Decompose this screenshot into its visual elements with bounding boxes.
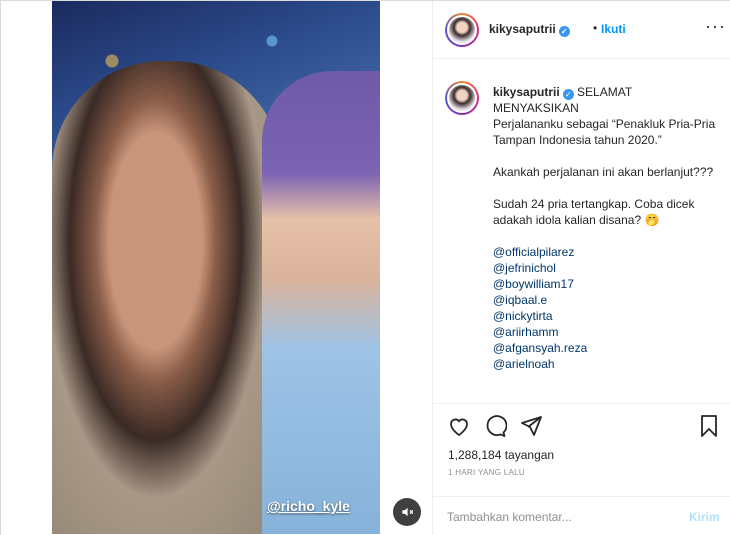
mention-link[interactable]: @boywilliam17	[493, 276, 717, 292]
comment-icon[interactable]	[483, 414, 507, 438]
instagram-post: @richo_kyle kikysaputrii ✓ • Ikuti ··· ki…	[0, 0, 730, 535]
mention-link[interactable]: @jefrinichol	[493, 260, 717, 276]
more-options-icon[interactable]: ···	[705, 16, 726, 37]
caption-avatar[interactable]	[445, 81, 479, 115]
post-media: @richo_kyle	[1, 1, 432, 535]
post-timestamp[interactable]: 1 HARI YANG LALU	[448, 468, 525, 477]
post-actions: 1,288,184 tayangan 1 HARI YANG LALU Kiri…	[433, 403, 730, 535]
video-person-right	[262, 71, 380, 534]
post-header: kikysaputrii ✓ • Ikuti ···	[433, 1, 730, 59]
caption-verified-badge-icon: ✓	[562, 89, 574, 100]
caption-para-2: Akankah perjalanan ini akan berlanjut???	[493, 165, 714, 179]
action-icons	[447, 414, 719, 440]
mention-link[interactable]: @arielnoah	[493, 356, 717, 372]
mention-link[interactable]: @ariirhamm	[493, 324, 717, 340]
share-icon[interactable]	[519, 414, 543, 438]
video-person-left	[52, 61, 282, 534]
video-watermark: @richo_kyle	[267, 498, 350, 514]
mention-link[interactable]: @officialpilarez	[493, 244, 717, 260]
post-sidebar: kikysaputrii ✓ • Ikuti ··· kikysaputrii ✓ …	[432, 1, 730, 535]
mention-link[interactable]: @afgansyah.reza	[493, 340, 717, 356]
header-separator: •	[593, 21, 598, 35]
caption-username[interactable]: kikysaputrii	[493, 85, 560, 99]
author-username-text[interactable]: kikysaputrii	[489, 22, 556, 36]
view-count[interactable]: 1,288,184 tayangan	[448, 448, 554, 462]
avatar[interactable]	[445, 13, 479, 47]
post-video[interactable]: @richo_kyle	[52, 1, 380, 534]
post-comment-button[interactable]: Kirim	[689, 510, 720, 524]
caption-para-1: kikysaputrii ✓ SELAMAT MENYAKSIKAN Perjal…	[493, 84, 717, 148]
caption-text: kikysaputrii ✓ SELAMAT MENYAKSIKAN Perjal…	[493, 84, 717, 372]
mention-link[interactable]: @iqbaal.e	[493, 292, 717, 308]
bookmark-icon[interactable]	[697, 414, 721, 438]
mention-list: @officialpilarez @jefrinichol @boywillia…	[493, 244, 717, 372]
author-username[interactable]: kikysaputrii ✓	[489, 22, 570, 37]
caption-para-3: Sudah 24 pria tertangkap. Coba dicek ada…	[493, 197, 695, 227]
caption-line-2: Perjalananku sebagai “Penakluk Pria-Pria…	[493, 117, 716, 147]
follow-button[interactable]: Ikuti	[601, 22, 626, 36]
heart-icon[interactable]	[447, 414, 471, 438]
comment-input[interactable]	[447, 506, 677, 528]
mute-button[interactable]	[393, 498, 421, 526]
mention-link[interactable]: @nickytirta	[493, 308, 717, 324]
verified-badge-icon: ✓	[558, 26, 570, 37]
comment-form: Kirim	[433, 496, 730, 535]
mute-icon	[402, 507, 414, 517]
caption-area: kikysaputrii ✓ SELAMAT MENYAKSIKAN Perjal…	[433, 59, 730, 403]
